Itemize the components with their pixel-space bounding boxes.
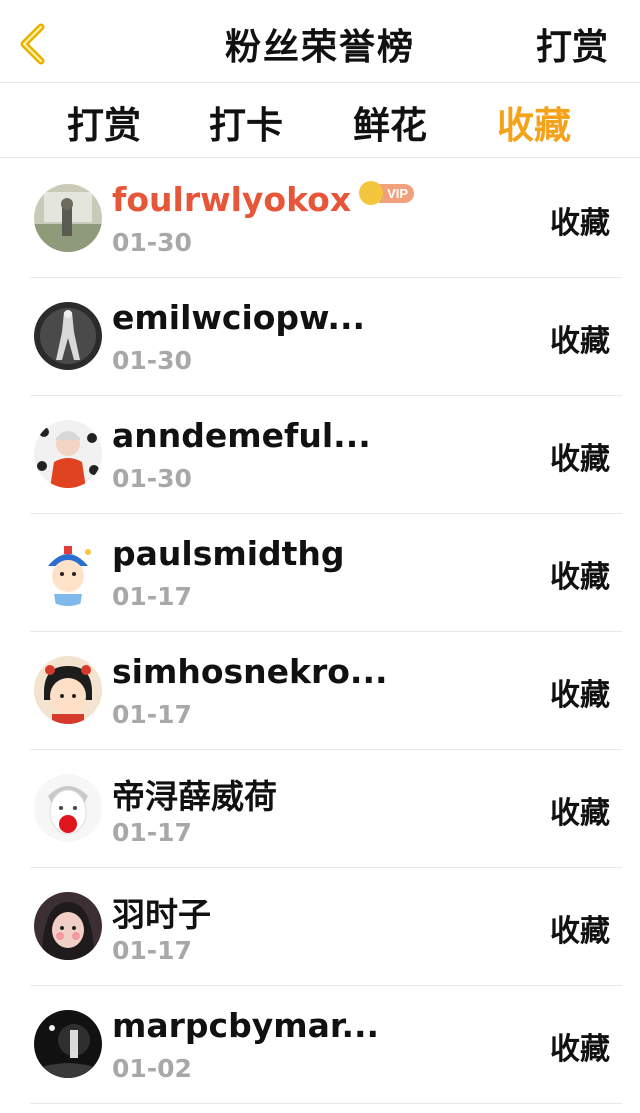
avatar[interactable]	[34, 774, 102, 842]
list-item[interactable]: paulsmidthg 01-17 收藏	[30, 514, 622, 632]
vip-label: VIP	[379, 183, 415, 203]
list-item[interactable]: foulrwlyokox VIP 01-30 收藏	[30, 160, 622, 278]
list-item[interactable]: 羽时子 01-17 收藏	[30, 868, 622, 986]
avatar[interactable]	[34, 538, 102, 606]
top-navigation-bar: 粉丝荣誉榜 打赏	[0, 0, 640, 83]
favorite-label: 收藏	[550, 324, 610, 359]
tab-bar: 打赏 打卡 鲜花 收藏	[0, 83, 640, 158]
favorite-label: 收藏	[550, 796, 610, 831]
favorite-label: 收藏	[550, 442, 610, 477]
vip-badge: VIP	[359, 181, 415, 205]
avatar[interactable]	[34, 420, 102, 488]
favorite-label: 收藏	[550, 914, 610, 949]
favorite-label: 收藏	[550, 678, 610, 713]
user-name[interactable]: emilwciopw...	[112, 298, 365, 337]
date: 01-17	[112, 936, 192, 965]
date: 01-17	[112, 700, 192, 729]
date: 01-17	[112, 582, 192, 611]
avatar[interactable]	[34, 302, 102, 370]
user-name-text: foulrwlyokox	[112, 180, 352, 219]
avatar[interactable]	[34, 184, 102, 252]
list-item[interactable]: 帝浔薛威荷 01-17 收藏	[30, 750, 622, 868]
user-name[interactable]: anndemeful...	[112, 416, 371, 455]
user-name[interactable]: marpcbymar...	[112, 1006, 379, 1045]
date: 01-30	[112, 464, 192, 493]
user-name-vip[interactable]: foulrwlyokox VIP	[112, 180, 415, 219]
avatar[interactable]	[34, 656, 102, 724]
tab-checkin[interactable]: 打卡	[186, 95, 306, 149]
fans-list: foulrwlyokox VIP 01-30 收藏 emilwciopw... 0…	[0, 160, 640, 1104]
user-name[interactable]: paulsmidthg	[112, 534, 345, 573]
user-name[interactable]: 羽时子	[112, 888, 211, 936]
crown-icon	[359, 181, 384, 205]
list-item[interactable]: marpcbymar... 01-02 收藏	[30, 986, 622, 1104]
tab-favorites[interactable]: 收藏	[474, 95, 594, 149]
avatar[interactable]	[34, 892, 102, 960]
date: 01-02	[112, 1054, 192, 1083]
user-name[interactable]: 帝浔薛威荷	[112, 770, 277, 818]
avatar[interactable]	[34, 1010, 102, 1078]
date: 01-30	[112, 346, 192, 375]
list-item[interactable]: anndemeful... 01-30 收藏	[30, 396, 622, 514]
tab-reward[interactable]: 打赏	[44, 95, 164, 149]
tab-flowers[interactable]: 鲜花	[330, 95, 450, 149]
reward-button[interactable]: 打赏	[536, 18, 608, 70]
favorite-label: 收藏	[550, 560, 610, 595]
list-item[interactable]: emilwciopw... 01-30 收藏	[30, 278, 622, 396]
list-item[interactable]: simhosnekro... 01-17 收藏	[30, 632, 622, 750]
user-name[interactable]: simhosnekro...	[112, 652, 388, 691]
date: 01-30	[112, 228, 192, 257]
date: 01-17	[112, 818, 192, 847]
favorite-label: 收藏	[550, 1032, 610, 1067]
favorite-label: 收藏	[550, 206, 610, 241]
